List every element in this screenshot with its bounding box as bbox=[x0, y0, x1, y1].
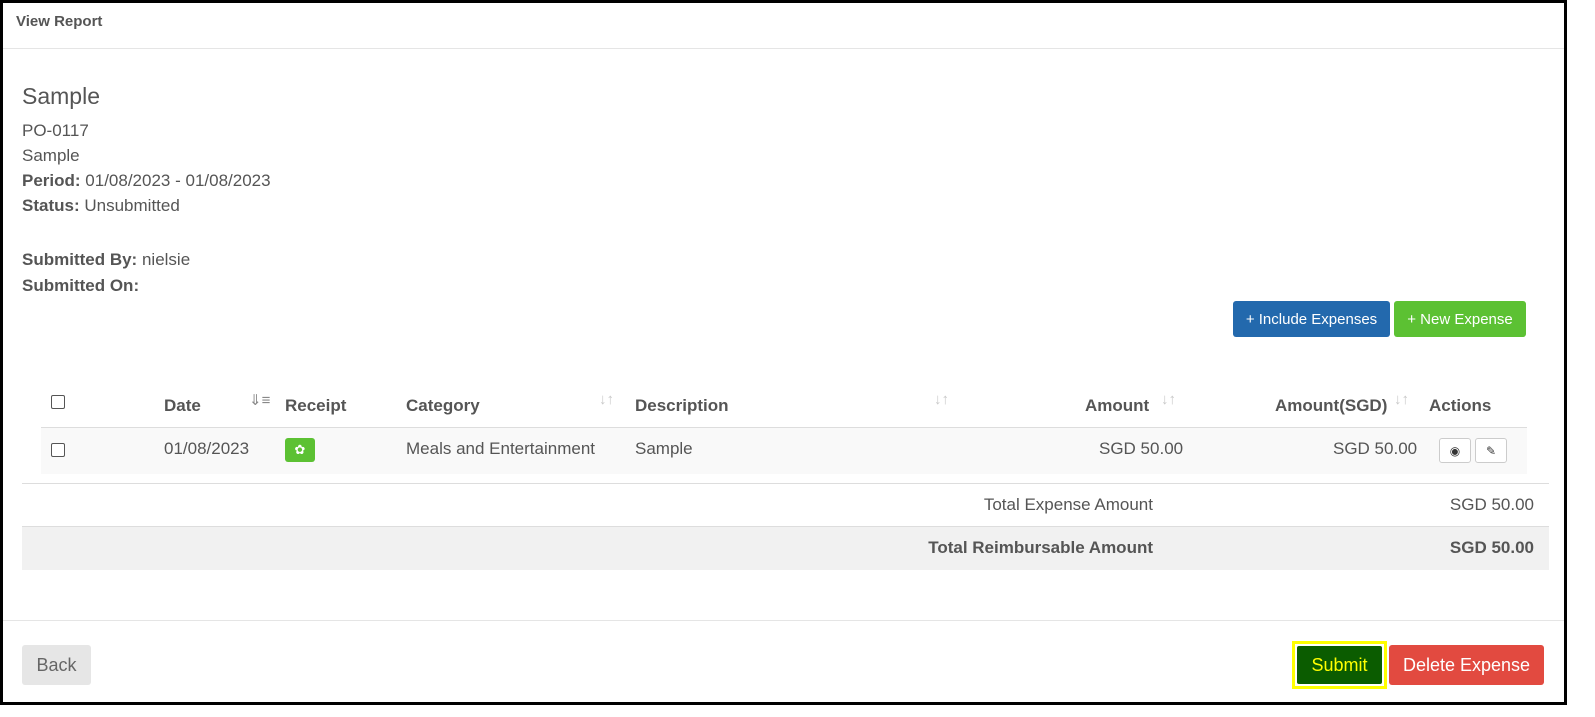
summary-divider bbox=[22, 483, 1549, 484]
submitted-by-label: Submitted By: bbox=[22, 250, 138, 269]
total-expense-label: Total Expense Amount bbox=[983, 495, 1153, 514]
delete-expense-button[interactable]: Delete Expense bbox=[1389, 645, 1544, 685]
total-reimbursable-label: Total Reimbursable Amount bbox=[928, 538, 1153, 557]
column-header-category[interactable]: Category bbox=[406, 396, 480, 416]
row-description: Sample bbox=[635, 439, 693, 458]
column-header-description[interactable]: Description bbox=[635, 396, 729, 416]
column-header-amount-sgd[interactable]: Amount(SGD) bbox=[1275, 396, 1387, 416]
submitted-by-value: nielsie bbox=[141, 250, 191, 269]
report-title: Sample bbox=[22, 83, 100, 109]
submit-button[interactable]: Submit bbox=[1297, 646, 1382, 684]
receipt-button[interactable]: ✿ bbox=[285, 438, 315, 462]
footer-divider bbox=[3, 620, 1564, 621]
submitted-on-label: Submitted On: bbox=[22, 276, 140, 295]
sort-icon[interactable]: ↓↑ bbox=[1394, 391, 1409, 408]
new-expense-button[interactable]: + New Expense bbox=[1394, 301, 1526, 337]
report-name: Sample bbox=[22, 146, 80, 165]
sort-icon[interactable]: ↓↑ bbox=[1161, 391, 1176, 408]
pencil-icon: ✎ bbox=[1485, 443, 1497, 458]
eye-icon: ◉ bbox=[1449, 443, 1461, 458]
report-window: View Report Sample PO-0117 Sample Period… bbox=[0, 0, 1567, 705]
report-code: PO-0117 bbox=[22, 121, 89, 140]
sort-icon[interactable]: ↓↑ bbox=[934, 391, 949, 408]
report-submitted-by: Submitted By: nielsie bbox=[22, 250, 190, 270]
sort-icon[interactable]: ↓↑ bbox=[599, 391, 614, 408]
report-submitted-on: Submitted On: bbox=[22, 276, 139, 296]
page-header-title: View Report bbox=[16, 13, 103, 30]
back-button[interactable]: Back bbox=[22, 645, 91, 685]
row-checkbox[interactable] bbox=[51, 443, 65, 457]
paperclip-icon: ✿ bbox=[294, 442, 306, 457]
report-status: Status: Unsubmitted bbox=[22, 196, 180, 216]
table-row bbox=[41, 427, 1527, 474]
page-header: View Report bbox=[3, 3, 1564, 49]
include-expenses-button[interactable]: + Include Expenses bbox=[1233, 301, 1390, 337]
column-header-actions: Actions bbox=[1429, 396, 1492, 415]
edit-button[interactable]: ✎ bbox=[1475, 438, 1507, 463]
select-all-checkbox[interactable] bbox=[51, 395, 65, 409]
column-header-date[interactable]: Date bbox=[164, 396, 201, 416]
status-label: Status: bbox=[22, 196, 80, 215]
period-label: Period: bbox=[22, 171, 81, 190]
total-reimbursable-value: SGD 50.00 bbox=[1449, 538, 1534, 557]
total-expense-value: SGD 50.00 bbox=[1449, 495, 1534, 514]
column-header-amount[interactable]: Amount bbox=[1085, 396, 1149, 416]
row-amount: SGD 50.00 bbox=[1099, 439, 1184, 458]
view-button[interactable]: ◉ bbox=[1439, 438, 1471, 463]
row-category: Meals and Entertainment bbox=[406, 439, 595, 458]
sort-icon[interactable]: ⇓≡ bbox=[249, 391, 270, 409]
row-date: 01/08/2023 bbox=[164, 439, 250, 458]
column-header-receipt: Receipt bbox=[285, 396, 347, 415]
total-reimbursable-row bbox=[22, 527, 1549, 570]
period-value: 01/08/2023 - 01/08/2023 bbox=[85, 171, 271, 190]
row-amount-sgd: SGD 50.00 bbox=[1333, 439, 1418, 458]
report-period: Period: 01/08/2023 - 01/08/2023 bbox=[22, 171, 271, 191]
status-value: Unsubmitted bbox=[84, 196, 180, 215]
